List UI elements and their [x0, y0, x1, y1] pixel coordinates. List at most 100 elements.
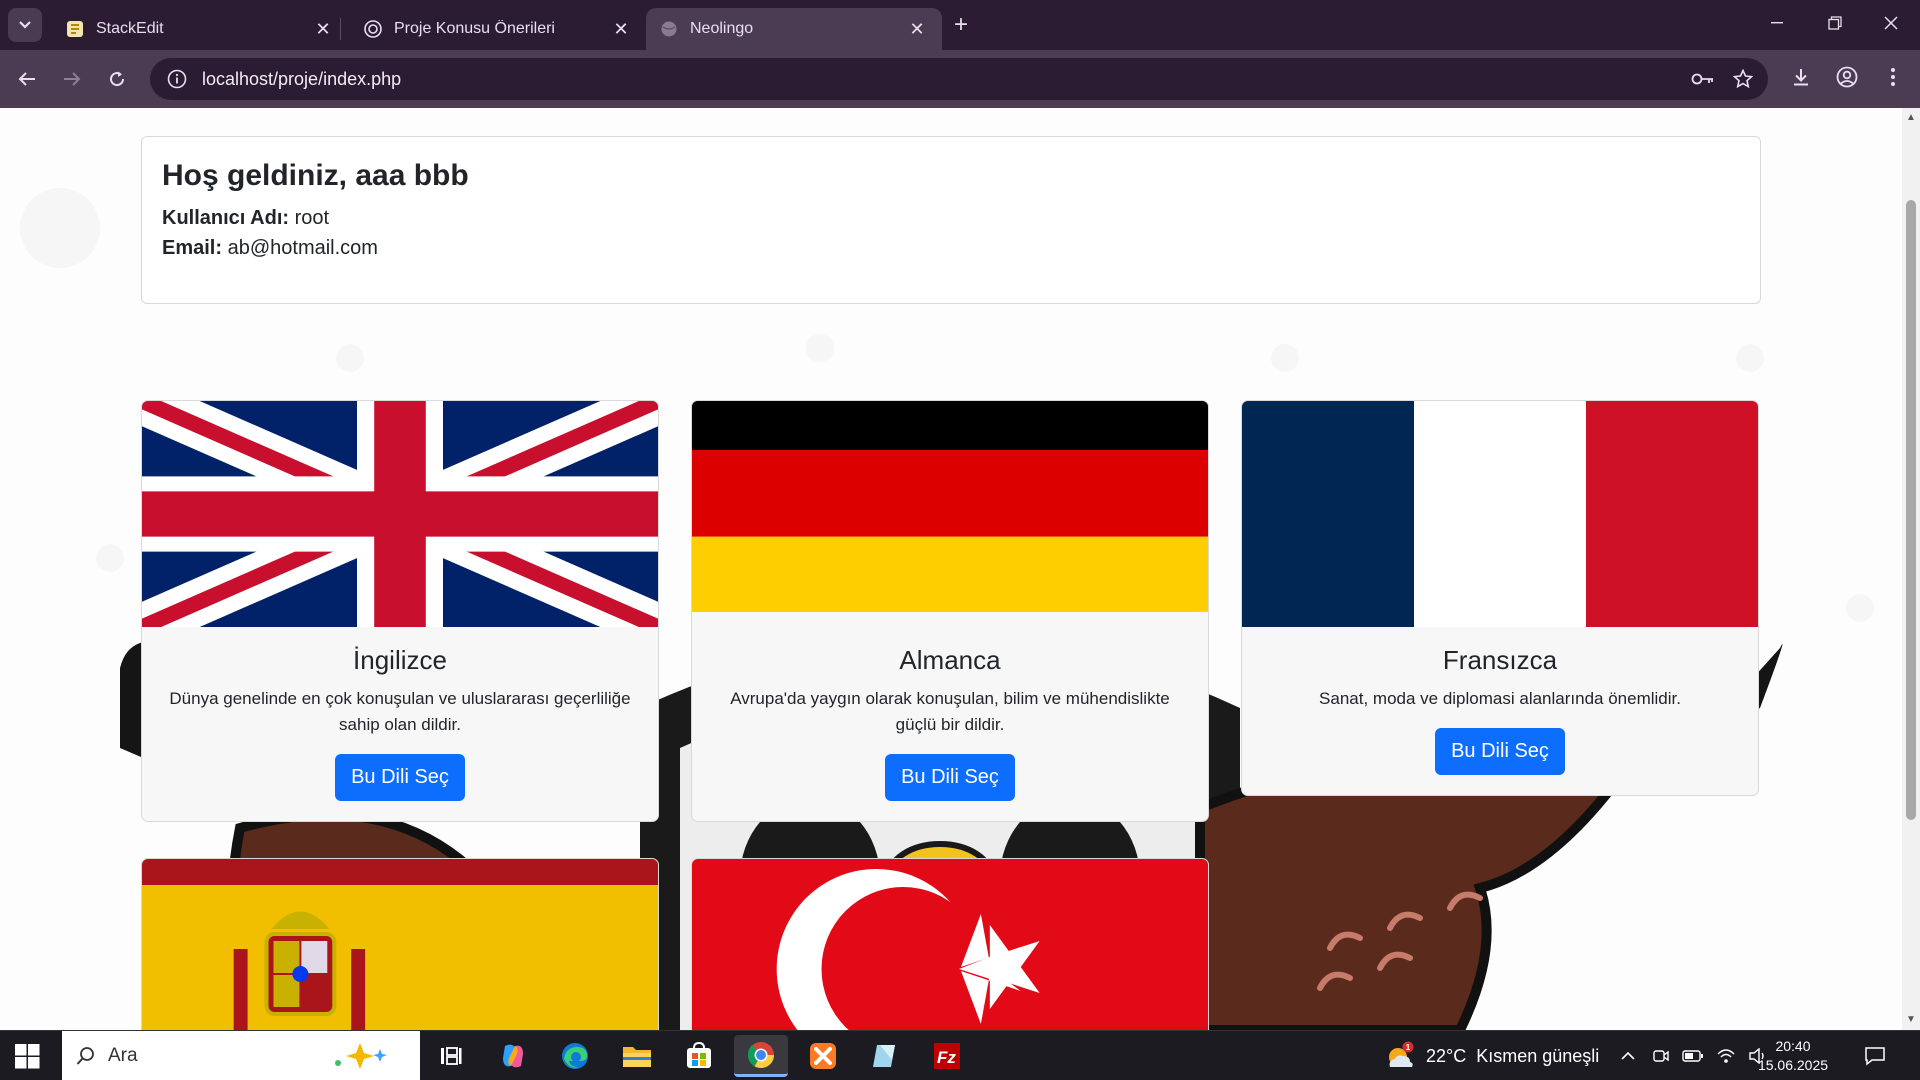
chrome-icon	[747, 1041, 775, 1068]
germany-flag-image	[692, 401, 1208, 612]
notes-icon	[873, 1045, 895, 1067]
select-english-button[interactable]: Bu Dili Seç	[335, 754, 465, 801]
tab-neolingo[interactable]: Neolingo ✕	[646, 8, 942, 50]
language-card-turkish	[691, 858, 1209, 1030]
battery-icon[interactable]	[1682, 1049, 1704, 1063]
browser-toolbar: localhost/proje/index.php	[0, 50, 1920, 108]
minimize-icon	[1771, 22, 1783, 24]
password-key-icon[interactable]	[1688, 64, 1718, 94]
copilot-icon	[503, 1044, 523, 1068]
reload-icon	[110, 71, 125, 87]
notes-app-button[interactable]	[858, 1035, 912, 1077]
tab-title: StackEdit	[96, 20, 164, 37]
scroll-up-arrow-icon[interactable]: ▲	[1905, 112, 1917, 124]
language-description: Dünya genelinde en çok konuşulan ve ulus…	[169, 689, 631, 734]
download-icon[interactable]	[1786, 62, 1816, 92]
back-button[interactable]	[10, 62, 44, 96]
email-row: Email: ab@hotmail.com	[162, 233, 1740, 263]
language-title: Fransızca	[1442, 645, 1558, 675]
uk-flag-image	[142, 401, 658, 627]
tab-divider	[340, 18, 341, 40]
france-flag-image	[1242, 401, 1758, 627]
notification-icon	[1865, 1047, 1885, 1066]
reload-button[interactable]	[100, 62, 134, 96]
search-placeholder: Ara	[108, 1045, 138, 1066]
language-card-english: İngilizce Dünya genelinde en çok konuşul…	[141, 400, 659, 822]
language-card-french: Fransızca Sanat, moda ve diplomasi alanl…	[1241, 400, 1759, 796]
email-value: ab@hotmail.com	[227, 237, 378, 259]
spain-flag-image	[142, 859, 658, 1030]
more-menu-icon[interactable]	[1878, 62, 1908, 92]
edge-icon	[562, 1043, 588, 1069]
chevron-up-icon[interactable]	[1620, 1051, 1636, 1061]
arrow-left-icon	[18, 72, 35, 86]
card-body: Fransızca Sanat, moda ve diplomasi alanl…	[1242, 627, 1758, 795]
email-label: Email:	[162, 237, 223, 259]
scroll-down-arrow-icon[interactable]: ▼	[1905, 1014, 1917, 1026]
folder-icon	[623, 1047, 651, 1067]
tab-title: Neolingo	[690, 20, 754, 37]
xampp-app-button[interactable]	[796, 1035, 850, 1077]
site-info-icon[interactable]	[166, 68, 188, 90]
taskbar-search-box[interactable]: Ara	[62, 1031, 420, 1080]
filezilla-app-button[interactable]: Fz	[920, 1035, 974, 1077]
tab-search-button[interactable]	[8, 8, 42, 42]
tab-proje-konusu[interactable]: Proje Konusu Önerileri ✕	[350, 8, 646, 50]
tab-title: Proje Konusu Önerileri	[394, 20, 555, 37]
meet-now-icon[interactable]	[1652, 1047, 1670, 1065]
restore-icon	[1828, 16, 1842, 30]
language-description: Sanat, moda ve diplomasi alanlarında öne…	[1319, 689, 1681, 708]
browser-tab-strip: StackEdit ✕ Proje Konusu Önerileri ✕ Neo…	[0, 0, 1920, 50]
filezilla-icon: Fz	[934, 1043, 960, 1069]
bookmark-star-icon[interactable]	[1728, 64, 1758, 94]
partly-sunny-weather-icon: 1	[1389, 1041, 1414, 1067]
close-icon[interactable]: ✕	[906, 18, 928, 40]
task-view-button[interactable]	[424, 1035, 478, 1077]
language-title: İngilizce	[353, 645, 447, 675]
system-clock[interactable]: 20:40 15.06.2025	[1748, 1037, 1838, 1075]
tab-stackedit[interactable]: StackEdit ✕	[52, 8, 348, 50]
scrollbar-thumb[interactable]	[1906, 200, 1916, 820]
page-scrollbar[interactable]: ▲ ▼	[1902, 108, 1920, 1030]
system-tray	[1620, 1031, 1768, 1080]
edge-app-button[interactable]	[548, 1035, 602, 1077]
close-icon[interactable]: ✕	[610, 18, 632, 40]
xampp-icon	[810, 1043, 836, 1069]
file-explorer-app-button[interactable]	[610, 1035, 664, 1077]
card-body: İngilizce Dünya genelinde en çok konuşul…	[142, 627, 658, 821]
notifications-button[interactable]	[1864, 1031, 1886, 1080]
globe-icon	[660, 20, 678, 38]
wifi-icon[interactable]	[1716, 1048, 1736, 1064]
language-title: Almanca	[899, 645, 1001, 675]
page-viewport: Hoş geldiniz, aaa bbb Kullanıcı Adı: roo…	[0, 108, 1902, 1030]
clock-date: 15.06.2025	[1757, 1057, 1829, 1073]
weather-badge: 1	[1406, 1043, 1411, 1052]
username-row: Kullanıcı Adı: root	[162, 203, 1740, 233]
minimize-button[interactable]	[1748, 0, 1806, 46]
copilot-app-button[interactable]	[486, 1035, 540, 1077]
restore-button[interactable]	[1806, 0, 1864, 46]
search-icon	[76, 1047, 94, 1065]
copilot-sparkle-icon	[335, 1043, 387, 1069]
new-tab-button[interactable]: +	[948, 11, 974, 38]
forward-button[interactable]	[55, 62, 89, 96]
close-window-button[interactable]	[1862, 0, 1920, 46]
microsoft-store-app-button[interactable]	[672, 1035, 726, 1077]
select-french-button[interactable]: Bu Dili Seç	[1435, 728, 1565, 775]
profile-icon[interactable]	[1832, 62, 1862, 92]
windows-taskbar: Ara Fz 1 22°C Kısmen güneşli 20:40 15.06…	[0, 1030, 1920, 1080]
weather-description: Kısmen güneşli	[1476, 1045, 1600, 1066]
select-german-button[interactable]: Bu Dili Seç	[885, 754, 1015, 801]
language-card-german: Almanca Avrupa'da yaygın olarak konuşula…	[691, 400, 1209, 822]
svg-text:Fz: Fz	[937, 1048, 956, 1067]
chrome-app-button[interactable]	[734, 1035, 788, 1077]
close-icon	[1884, 16, 1898, 30]
stackedit-favicon-icon	[66, 20, 84, 38]
task-view-icon	[441, 1047, 462, 1065]
close-icon[interactable]: ✕	[312, 18, 334, 40]
address-bar[interactable]: localhost/proje/index.php	[150, 58, 1768, 100]
language-card-spanish	[141, 858, 659, 1030]
windows-start-icon[interactable]	[12, 1041, 42, 1071]
chevron-down-icon	[19, 21, 31, 29]
weather-widget[interactable]: 1 22°C Kısmen güneşli	[1384, 1031, 1599, 1080]
